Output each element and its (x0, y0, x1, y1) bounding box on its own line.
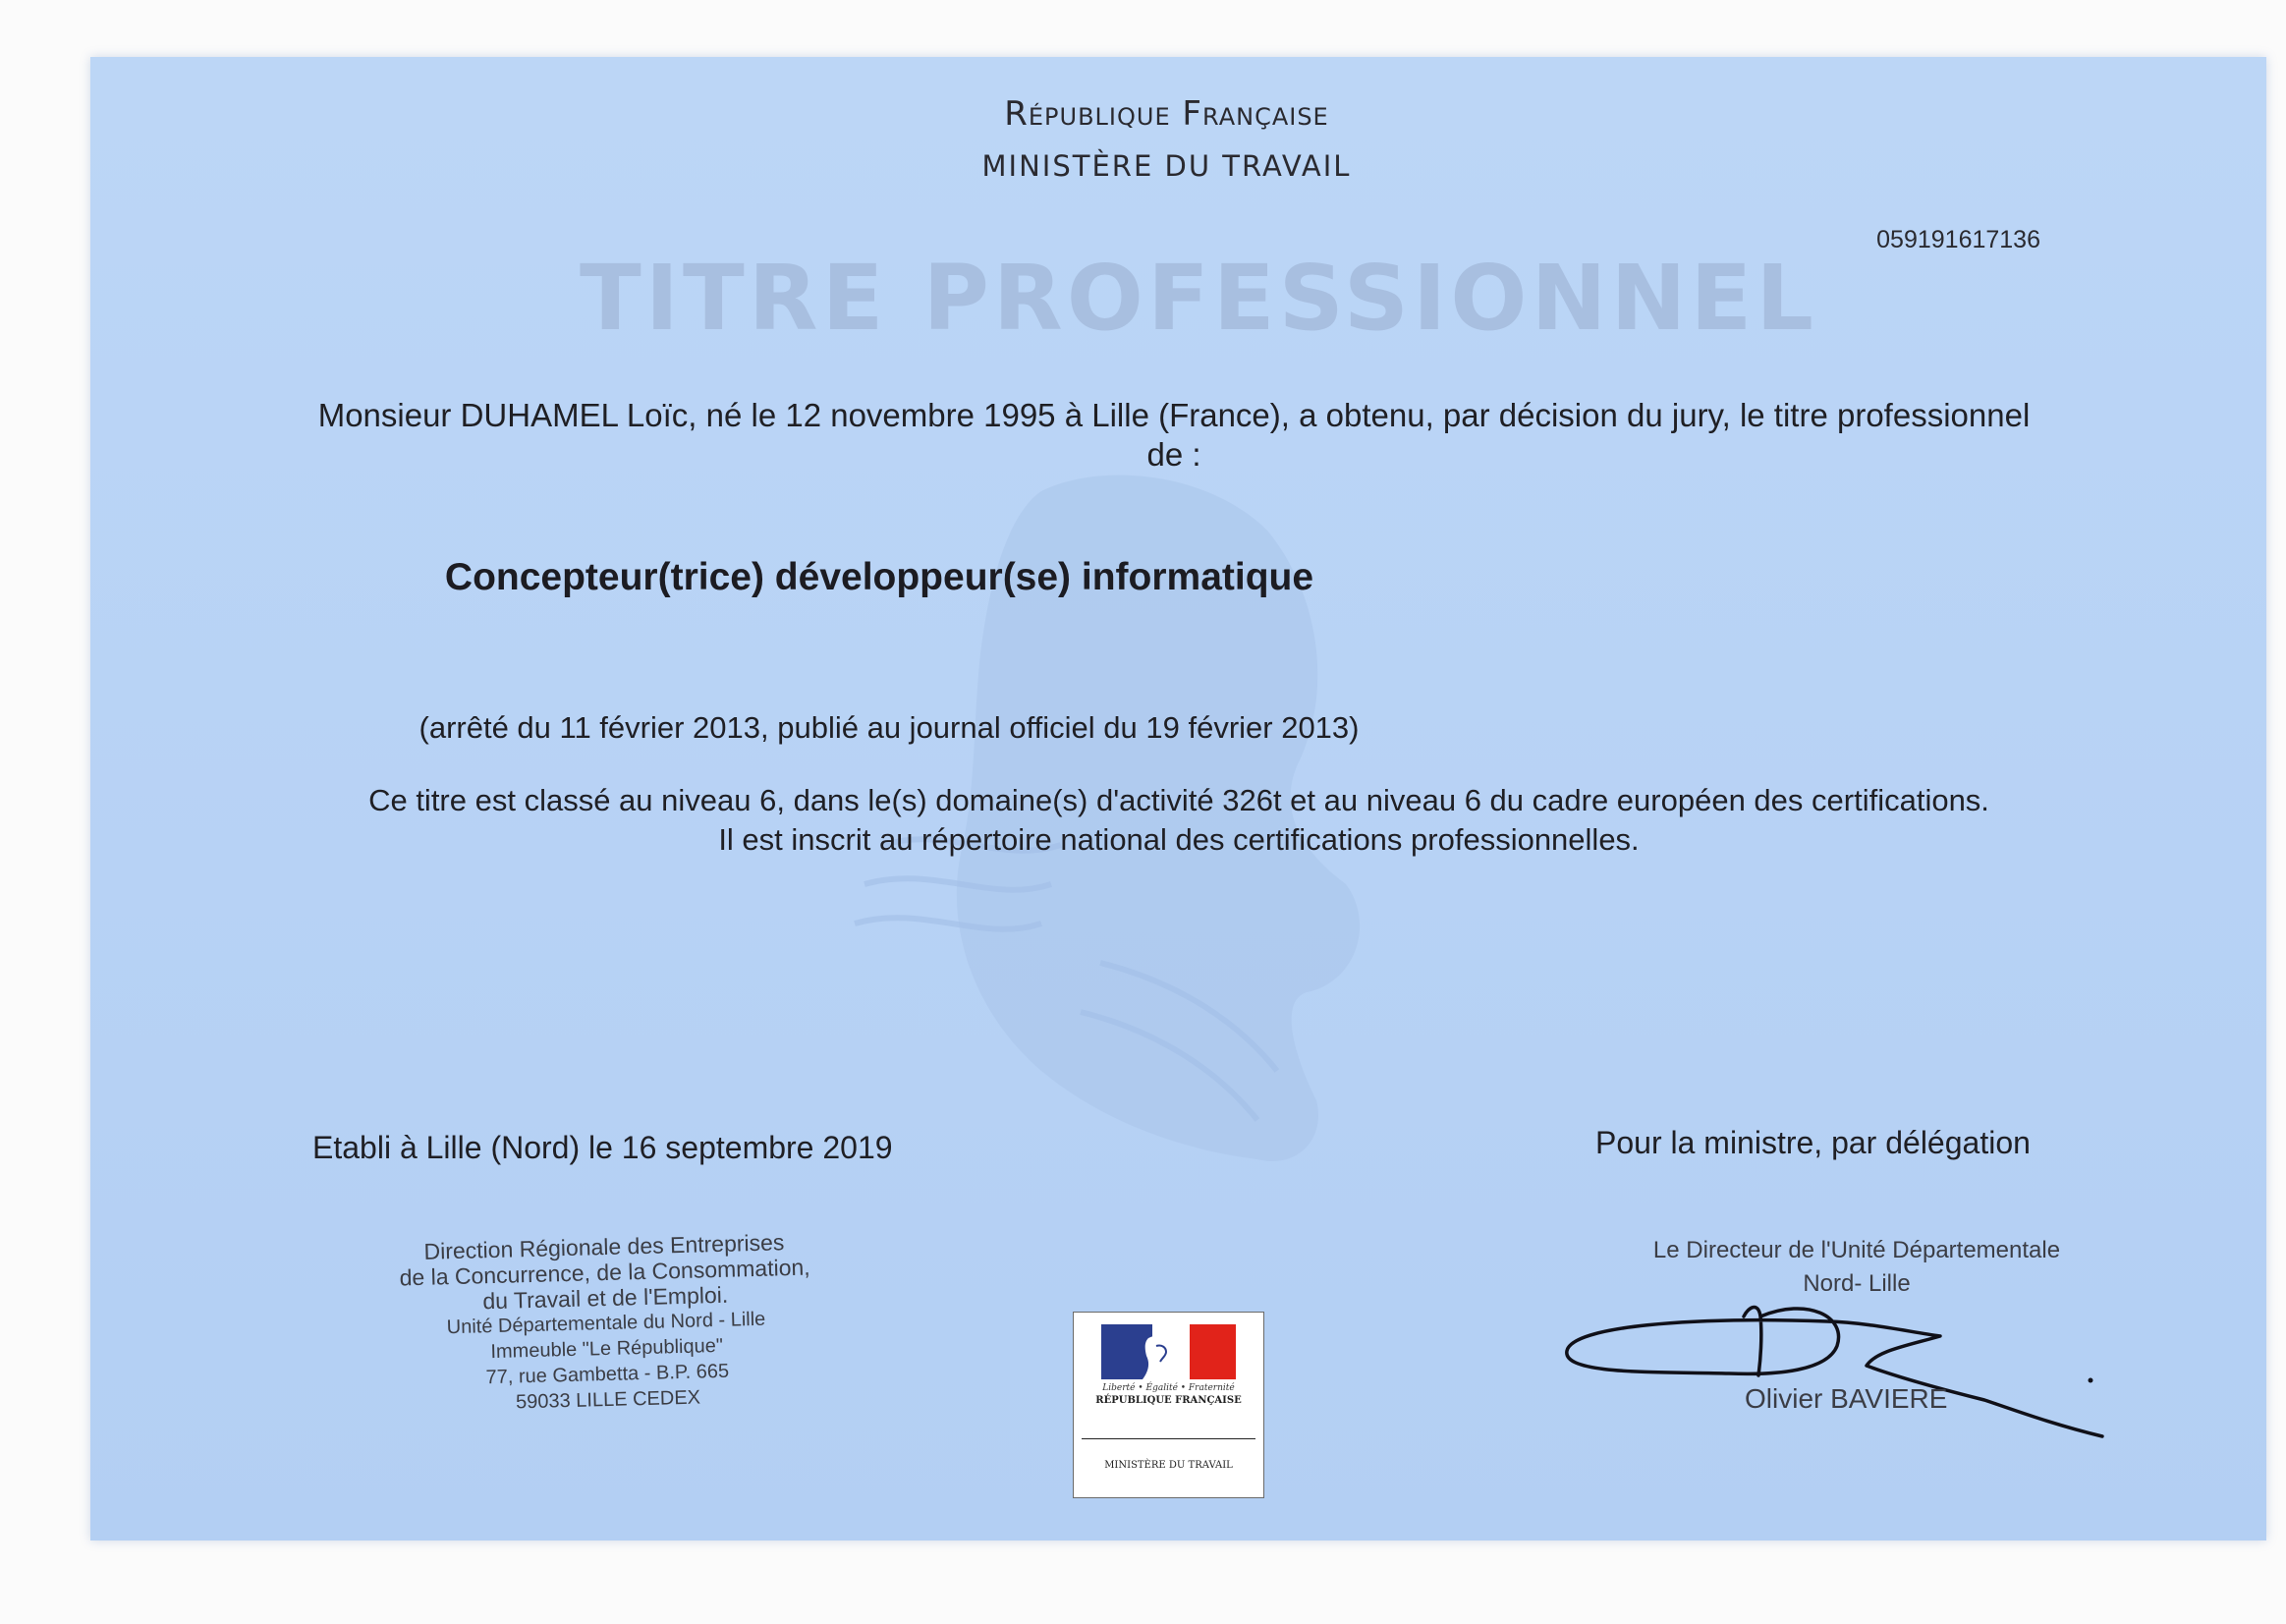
recipient-statement: Monsieur DUHAMEL Loïc, né le 12 novembre… (305, 396, 2043, 475)
recipient-statement-line2: de : (1146, 436, 1201, 473)
marianne-flag-icon (1101, 1324, 1236, 1379)
recipient-statement-line1: Monsieur DUHAMEL Loïc, né le 12 novembre… (317, 397, 2031, 433)
delegation-text: Pour la ministre, par délégation (1595, 1125, 2031, 1160)
classification-line1: Ce titre est classé au niveau 6, dans le… (368, 783, 1989, 817)
title-banner: TITRE PROFESSIONNEL (580, 246, 1817, 351)
header-ministry: MINISTÈRE DU TRAVAIL (981, 149, 1352, 183)
classification-line2: Il est inscrit au répertoire national de… (718, 822, 1640, 857)
administration-stamp: Direction Régionale des Entreprises de l… (344, 1227, 869, 1420)
signatory-title-line1: Le Directeur de l'Unité Départementale (1652, 1237, 2061, 1263)
header-republic: République Française (1004, 94, 1329, 134)
logo-divider (1082, 1438, 1255, 1439)
logo-ministry-label: MINISTÈRE DU TRAVAIL (1104, 1460, 1233, 1471)
diploma-name: Concepteur(trice) développeur(se) inform… (444, 556, 1314, 598)
classification-text: Ce titre est classé au niveau 6, dans le… (305, 781, 2053, 860)
logo-republic-label: RÉPUBLIQUE FRANÇAISE (1095, 1395, 1242, 1406)
handwritten-signature-icon (1565, 1305, 2104, 1438)
signatory-name: Olivier BAVIERE (1745, 1383, 1948, 1414)
decree-reference: (arrêté du 11 février 2013, publié au jo… (418, 710, 1360, 745)
issue-place-date: Etabli à Lille (Nord) le 16 septembre 20… (312, 1130, 893, 1165)
logo-motto: Liberté • Égalité • Fraternité (1102, 1383, 1235, 1393)
republic-francaise-logo: Liberté • Égalité • Fraternité RÉPUBLIQU… (1073, 1312, 1264, 1498)
